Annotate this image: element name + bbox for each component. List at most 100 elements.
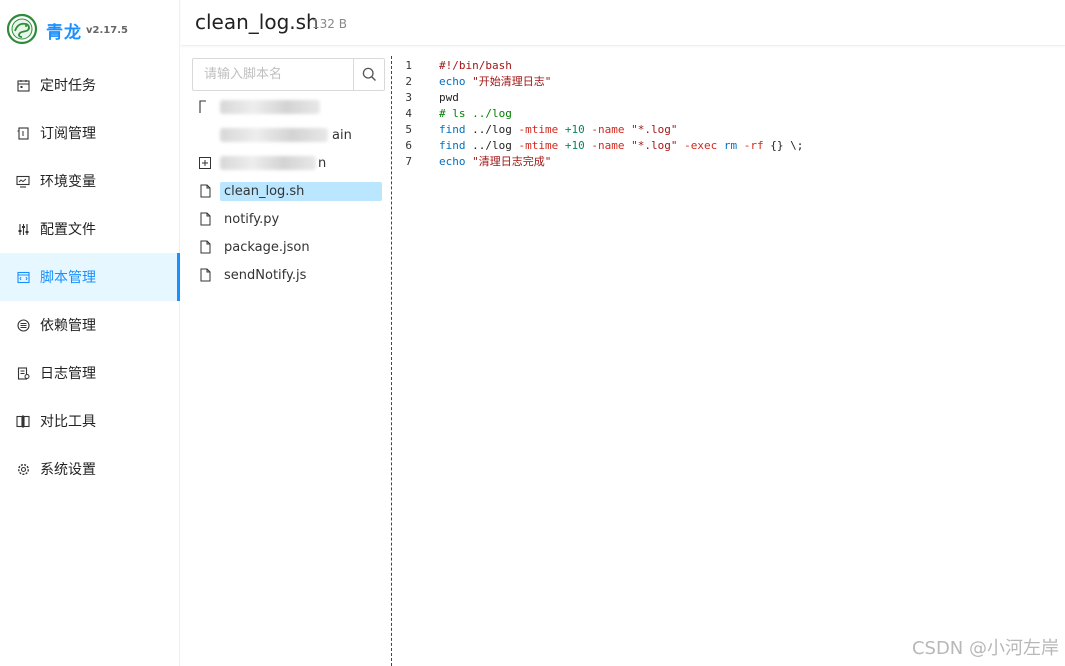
code-token: ../log <box>472 123 519 136</box>
code-line[interactable]: 2 echo "开始清理日志" <box>395 74 1055 90</box>
calendar-icon <box>16 78 30 92</box>
stack-icon <box>16 318 30 332</box>
menu-item-label: 日志管理 <box>40 366 96 382</box>
line-number: 7 <box>405 155 412 168</box>
code-line[interactable]: 3 pwd <box>395 90 1055 106</box>
menu-item-diff[interactable]: 对比工具 <box>0 397 180 445</box>
tree-row-label: sendNotify.js <box>224 267 307 283</box>
script-tree-panel: ain n clean_log.sh notify.py package. <box>181 47 391 666</box>
menu-item-label: 依赖管理 <box>40 318 96 334</box>
code-token: +10 <box>564 123 592 136</box>
menu-item-label: 对比工具 <box>40 414 96 430</box>
log-icon <box>16 366 30 380</box>
menu-item-env[interactable]: 环境变量 <box>0 157 180 205</box>
menu-item-deps[interactable]: 依赖管理 <box>0 301 180 349</box>
line-number: 5 <box>405 123 412 136</box>
redacted-name <box>220 100 320 114</box>
panel-divider[interactable] <box>391 56 392 666</box>
file-icon <box>198 267 212 283</box>
app-name: 青龙 <box>46 23 82 43</box>
line-number: 4 <box>405 107 412 120</box>
expand-plus-icon[interactable] <box>198 155 212 171</box>
tree-row-label: ain <box>332 127 352 143</box>
code-token: -mtime <box>518 123 565 136</box>
diff-icon <box>16 414 30 428</box>
redacted-name <box>220 128 328 142</box>
menu-item-label: 配置文件 <box>40 222 96 238</box>
tree-row-label: n <box>318 155 327 171</box>
tree-row[interactable]: package.json <box>194 233 384 261</box>
page-title: clean_log.sh <box>195 10 319 34</box>
line-number: 6 <box>405 139 412 152</box>
script-tree: ain n clean_log.sh notify.py package.jso… <box>194 93 384 289</box>
page-header: clean_log.sh 132 B <box>181 0 1065 46</box>
tree-row-label: package.json <box>224 239 310 255</box>
code-line[interactable]: 6 find ../log -mtime +10 -name "*.log" -e… <box>395 138 1055 154</box>
search-icon <box>362 67 376 81</box>
search-button[interactable] <box>353 59 384 90</box>
sidebar: 青龙 v2.17.5 定时任务 订阅管理 环境变量 配置文件 脚本管理 依赖管理… <box>0 0 180 666</box>
code-editor[interactable]: 1 #!/bin/bash 2 echo "开始清理日志" 3 pwd 4 # ls ../l… <box>395 58 1055 170</box>
app-version: v2.17.5 <box>86 25 128 36</box>
script-search <box>192 58 385 91</box>
tree-row[interactable]: ain <box>194 121 384 149</box>
tree-row[interactable]: sendNotify.js <box>194 261 384 289</box>
menu-item-scripts[interactable]: 脚本管理 <box>0 253 180 301</box>
code-token: find <box>439 139 473 152</box>
brand[interactable]: 青龙 v2.17.5 <box>0 0 180 60</box>
redacted-name <box>220 156 316 170</box>
qinglong-logo-icon <box>6 13 38 45</box>
line-number: 2 <box>405 75 412 88</box>
file-size: 132 B <box>312 17 347 31</box>
tree-row[interactable]: n <box>194 149 384 177</box>
gear-icon <box>16 462 30 476</box>
code-token: "*.log" <box>631 123 678 136</box>
tree-row[interactable] <box>194 93 384 121</box>
code-token: -mtime <box>518 139 565 152</box>
menu-item-label: 定时任务 <box>40 78 96 94</box>
folder-icon <box>198 99 212 115</box>
code-token: "开始清理日志" <box>472 75 552 88</box>
code-token: echo <box>439 155 473 168</box>
menu-item-settings[interactable]: 系统设置 <box>0 445 180 493</box>
code-token: -exec <box>684 139 724 152</box>
monitor-icon <box>16 174 30 188</box>
code-token: pwd <box>439 91 459 104</box>
search-input[interactable] <box>193 59 354 90</box>
tree-row-label: notify.py <box>224 211 280 227</box>
code-token: -name <box>591 139 632 152</box>
code-token: #!/bin/bash <box>439 59 512 72</box>
code-line[interactable]: 5 find ../log -mtime +10 -name "*.log" <box>395 122 1055 138</box>
tree-row-label: clean_log.sh <box>220 181 382 201</box>
code-line[interactable]: 1 #!/bin/bash <box>395 58 1055 74</box>
code-token: "清理日志完成" <box>472 155 552 168</box>
menu-item-label: 系统设置 <box>40 462 96 478</box>
code-line[interactable]: 7 echo "清理日志完成" <box>395 154 1055 170</box>
code-token: ../log <box>472 139 519 152</box>
code-token: {} \; <box>770 139 804 152</box>
code-token: -rf <box>743 139 771 152</box>
line-number: 1 <box>405 59 412 72</box>
sliders-icon <box>16 222 30 236</box>
file-icon <box>198 211 212 227</box>
line-number: 3 <box>405 91 412 104</box>
menu-item-label: 环境变量 <box>40 174 96 190</box>
tree-row[interactable]: notify.py <box>194 205 384 233</box>
menu-item-subscription[interactable]: 订阅管理 <box>0 109 180 157</box>
watermark: CSDN @小河左岸 <box>911 638 1059 659</box>
code-line[interactable]: 4 # ls ../log <box>395 106 1055 122</box>
menu-item-config[interactable]: 配置文件 <box>0 205 180 253</box>
file-icon <box>198 127 212 143</box>
side-menu: 定时任务 订阅管理 环境变量 配置文件 脚本管理 依赖管理 日志管理 对比工具 … <box>0 61 180 493</box>
code-token: echo <box>439 75 473 88</box>
menu-item-label: 脚本管理 <box>40 270 96 286</box>
code-token: find <box>439 123 473 136</box>
file-icon <box>198 183 212 199</box>
menu-item-cron[interactable]: 定时任务 <box>0 61 180 109</box>
code-token: # ls ../log <box>439 107 512 120</box>
script-icon <box>16 270 30 284</box>
menu-item-logs[interactable]: 日志管理 <box>0 349 180 397</box>
code-token: "*.log" <box>631 139 685 152</box>
tree-row[interactable]: clean_log.sh <box>194 177 384 205</box>
menu-item-label: 订阅管理 <box>40 126 96 142</box>
